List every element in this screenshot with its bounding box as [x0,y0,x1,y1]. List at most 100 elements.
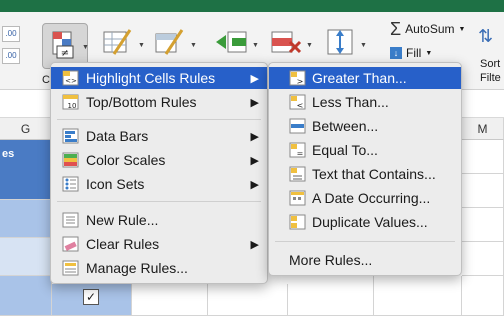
submenu-item-text-contains[interactable]: Text that Contains... [269,163,461,185]
menu-item-label: Highlight Cells Rules [86,70,216,86]
format-as-table-icon [103,29,132,55]
column-header-m[interactable]: M [462,118,504,140]
table-header-cell[interactable]: es [0,140,52,200]
submenu-item-label: Greater Than... [312,70,407,86]
table-cell[interactable] [462,208,504,242]
submenu-item-label: Text that Contains... [312,166,436,182]
date-occurring-icon [289,190,306,206]
submenu-item-label: Less Than... [312,94,389,110]
table-cell[interactable] [462,276,504,316]
sort-filter-label-2[interactable]: Filte [480,72,501,84]
equal-to-icon: = [289,142,306,158]
table-cell[interactable] [0,200,52,238]
greater-than-icon: > [289,70,306,86]
submenu-item-less-than[interactable]: < Less Than... [269,91,461,113]
svg-text:<: < [297,101,304,110]
menu-item-label: Clear Rules [86,236,160,252]
table-cell[interactable] [462,140,504,174]
svg-text:10: 10 [68,102,77,110]
insert-cells-icon [216,31,247,53]
chevron-down-icon[interactable]: ▼ [360,42,367,49]
table-cell[interactable] [374,276,462,316]
autosum-button[interactable]: Σ AutoSum ▼ [390,20,465,38]
fill-button[interactable]: ↓ Fill ▼ [390,46,432,60]
svg-text:<>: <> [65,77,77,85]
submenu-item-label: A Date Occurring... [312,190,431,206]
menu-separator [275,241,455,242]
increase-decimal-button[interactable]: .00 [2,26,20,42]
submenu-arrow-icon: ▶ [250,239,259,251]
column-header-g[interactable]: G [0,118,52,140]
submenu-item-equal-to[interactable]: = Equal To... [269,139,461,161]
checkbox[interactable]: ✓ [83,289,99,305]
submenu-item-label: Equal To... [312,142,378,158]
format-cells-button[interactable] [322,24,356,60]
manage-rules-icon [62,260,79,276]
table-cell[interactable] [462,242,504,276]
chevron-down-icon[interactable]: ▼ [425,50,432,57]
chevron-down-icon[interactable]: ▼ [82,44,89,51]
chevron-down-icon[interactable]: ▼ [306,42,313,49]
submenu-arrow-icon: ▶ [250,97,259,109]
autosum-label: AutoSum [405,22,455,36]
menu-item-new-rule[interactable]: New Rule... [51,209,267,231]
format-as-table-button[interactable] [100,24,134,60]
table-cell[interactable] [288,276,374,316]
table-cell[interactable] [132,284,208,316]
cell-styles-button[interactable] [152,24,186,60]
text-contains-icon [289,166,306,182]
chevron-down-icon[interactable]: ▼ [459,26,466,33]
submenu-item-greater-than[interactable]: > Greater Than... [269,67,461,89]
conditional-formatting-menu: <> Highlight Cells Rules ▶ 10 Top/Bottom… [50,62,268,284]
menu-item-label: Icon Sets [86,176,145,192]
chevron-down-icon[interactable]: ▼ [138,42,145,49]
table-cell[interactable] [0,238,52,276]
menu-item-highlight-cells-rules[interactable]: <> Highlight Cells Rules ▶ [51,67,267,89]
highlight-cells-icon: <> [62,70,79,86]
submenu-item-label: More Rules... [289,252,373,268]
submenu-item-label: Duplicate Values... [312,214,428,230]
menu-item-icon-sets[interactable]: Icon Sets ▶ [51,173,267,195]
menu-separator [57,119,261,120]
submenu-arrow-icon: ▶ [250,73,259,85]
fill-label: Fill [406,46,422,60]
menu-item-top-bottom-rules[interactable]: 10 Top/Bottom Rules ▶ [51,91,267,113]
table-cell[interactable] [462,174,504,208]
decrease-decimal-button[interactable]: .00 [2,48,20,64]
duplicate-values-icon [289,214,306,230]
fill-down-icon: ↓ [390,47,402,59]
submenu-item-date-occurring[interactable]: A Date Occurring... [269,187,461,209]
delete-cells-icon [271,31,302,54]
submenu-item-duplicate-values[interactable]: Duplicate Values... [269,211,461,233]
menu-separator [57,201,261,202]
menu-item-label: New Rule... [86,212,159,228]
less-than-icon: < [289,94,306,110]
svg-text:=: = [297,149,304,158]
submenu-arrow-icon: ▶ [250,131,259,143]
top-bottom-icon: 10 [62,94,79,110]
sort-filter-icon[interactable]: ⇅ [478,26,493,47]
insert-cells-button[interactable] [214,24,248,60]
menu-item-color-scales[interactable]: Color Scales ▶ [51,149,267,171]
highlight-cells-submenu: > Greater Than... < Less Than... Between… [268,62,462,276]
menu-item-label: Top/Bottom Rules [86,94,197,110]
chevron-down-icon[interactable]: ▼ [252,42,259,49]
menu-item-manage-rules[interactable]: Manage Rules... [51,257,267,279]
table-cell[interactable] [208,284,288,316]
svg-text:≠: ≠ [61,48,69,59]
submenu-arrow-icon: ▶ [250,179,259,191]
clear-rules-icon [62,236,79,252]
cell-styles-icon [155,29,184,55]
menu-item-label: Color Scales [86,152,166,168]
icon-sets-icon [62,176,79,192]
submenu-item-more-rules[interactable]: More Rules... [269,249,461,271]
menu-item-data-bars[interactable]: Data Bars ▶ [51,125,267,147]
sort-filter-label[interactable]: Sort [480,58,500,70]
menu-item-clear-rules[interactable]: Clear Rules ▶ [51,233,267,255]
title-bar [0,0,504,12]
submenu-item-between[interactable]: Between... [269,115,461,137]
chevron-down-icon[interactable]: ▼ [190,42,197,49]
table-cell[interactable] [0,276,52,316]
sigma-icon: Σ [390,19,402,39]
delete-cells-button[interactable] [268,24,302,60]
